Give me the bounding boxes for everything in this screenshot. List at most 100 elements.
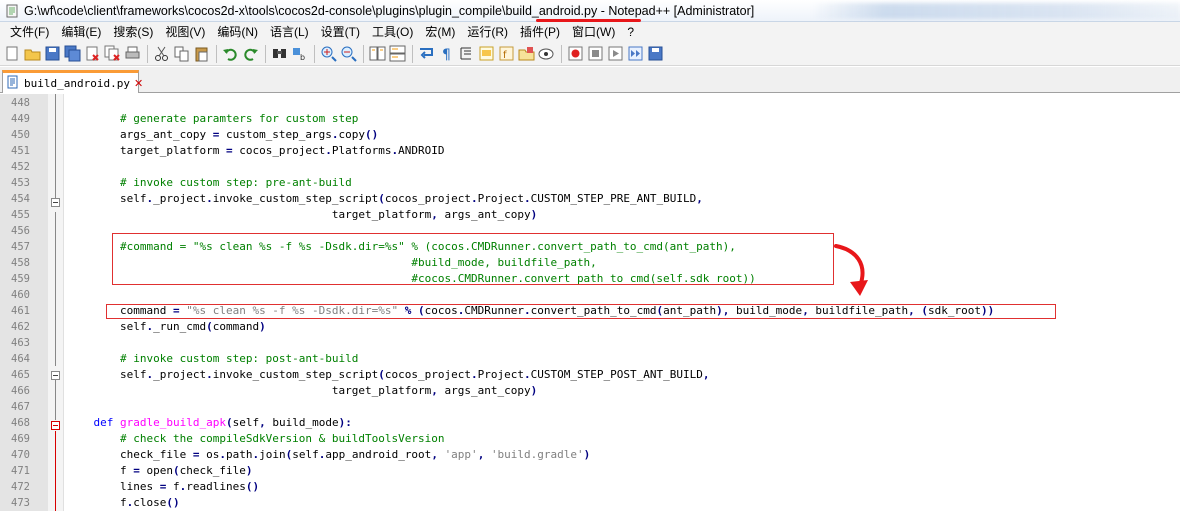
replace-icon[interactable]: b — [290, 44, 309, 63]
code-line: 455 target_platform, args_ant_copy) — [0, 207, 1180, 223]
menu-item-1[interactable]: 编辑(E) — [55, 22, 107, 42]
code-text: check_file = os.path.join(self.app_andro… — [67, 447, 590, 463]
code-token: #build_mode, buildfile_path, — [411, 256, 597, 269]
close-all-icon[interactable] — [103, 44, 122, 63]
code-token: cocos_project — [384, 368, 472, 381]
code-token: f — [67, 464, 134, 477]
code-token: , — [259, 416, 266, 429]
code-token: ), — [716, 304, 730, 317]
doc-map-icon[interactable] — [477, 44, 496, 63]
tab-close-icon[interactable]: ✕ — [134, 77, 143, 90]
zoom-in-icon[interactable] — [319, 44, 338, 63]
menu-item-10[interactable]: 插件(P) — [514, 22, 566, 42]
code-token: ANDROID — [398, 144, 445, 157]
code-line: 471 f = open(check_file) — [0, 463, 1180, 479]
code-token: self — [232, 416, 260, 429]
sync-horizontal-icon[interactable] — [388, 44, 407, 63]
save-all-icon[interactable] — [63, 44, 82, 63]
code-token: . — [325, 144, 332, 157]
fold-toggle[interactable] — [51, 421, 60, 430]
code-token: check_file — [179, 464, 246, 477]
line-number: 464 — [11, 353, 30, 365]
function-list-icon[interactable]: f — [497, 44, 516, 63]
menu-item-0[interactable]: 文件(F) — [4, 22, 55, 42]
code-token: . — [471, 368, 478, 381]
sync-vertical-icon[interactable] — [368, 44, 387, 63]
code-text: def gradle_build_apk(self, build_mode): — [67, 415, 352, 431]
cut-icon[interactable] — [152, 44, 171, 63]
fold-toggle[interactable] — [51, 198, 60, 207]
code-editor[interactable]: 448 449 # generate paramters for custom s… — [0, 94, 1180, 511]
menu-item-3[interactable]: 视图(V) — [159, 22, 211, 42]
code-token: , — [908, 304, 915, 317]
code-text: # invoke custom step: post-ant-build — [67, 351, 358, 367]
menu-item-2[interactable]: 搜索(S) — [107, 22, 159, 42]
code-token: lines — [67, 480, 160, 493]
line-number: 460 — [11, 289, 30, 301]
close-icon[interactable] — [83, 44, 102, 63]
code-line: 473 f.close() — [0, 495, 1180, 511]
code-token: . — [471, 192, 478, 205]
code-token: # check the compileSdkVersion & buildToo… — [119, 432, 445, 445]
code-line: 458 #build_mode, buildfile_path, — [0, 255, 1180, 271]
new-file-icon[interactable] — [3, 44, 22, 63]
line-number: 455 — [11, 209, 30, 221]
menu-item-8[interactable]: 宏(M) — [419, 22, 461, 42]
record-macro-icon[interactable] — [566, 44, 585, 63]
monitor-icon[interactable] — [537, 44, 556, 63]
code-token: , — [431, 448, 438, 461]
code-token: ) — [530, 208, 538, 221]
paste-icon[interactable] — [192, 44, 211, 63]
code-text: self._run_cmd(command) — [67, 319, 266, 335]
code-token: invoke_custom_step_script — [212, 368, 379, 381]
code-token: CMDRunner — [464, 304, 524, 317]
save-icon[interactable] — [43, 44, 62, 63]
menu-item-5[interactable]: 语言(L) — [264, 22, 315, 42]
line-number: 463 — [11, 337, 30, 349]
code-token: ( — [206, 320, 213, 333]
run-macro-multiple-icon[interactable] — [626, 44, 645, 63]
play-macro-icon[interactable] — [606, 44, 625, 63]
code-token: . — [524, 304, 531, 317]
code-line: 468 def gradle_build_apk(self, build_mod… — [0, 415, 1180, 431]
code-token: def — [93, 416, 114, 429]
code-token: ( — [378, 368, 385, 381]
code-token: target_platform — [67, 144, 226, 157]
code-token: ): — [338, 416, 352, 429]
tab-build-android[interactable]: build_android.py ✕ — [2, 70, 143, 93]
code-token: args_ant_copy — [437, 208, 531, 221]
save-macro-icon[interactable] — [646, 44, 665, 63]
code-line: 451 target_platform = cocos_project.Plat… — [0, 143, 1180, 159]
line-number: 458 — [11, 257, 30, 269]
folder-workspace-icon[interactable] — [517, 44, 536, 63]
redo-icon[interactable] — [241, 44, 260, 63]
find-icon[interactable] — [270, 44, 289, 63]
print-icon[interactable] — [123, 44, 142, 63]
menu-item-6[interactable]: 设置(T) — [315, 22, 366, 42]
code-token: , — [696, 192, 703, 205]
code-text: target_platform, args_ant_copy) — [67, 207, 537, 223]
code-token: CUSTOM_STEP_PRE_ANT_BUILD — [530, 192, 697, 205]
show-all-chars-icon[interactable]: ¶ — [437, 44, 456, 63]
menu-item-11[interactable]: 窗口(W) — [566, 22, 621, 42]
code-token: self — [67, 192, 147, 205]
menu-item-12[interactable]: ? — [621, 22, 640, 42]
line-number: 468 — [11, 417, 30, 429]
undo-icon[interactable] — [221, 44, 240, 63]
stop-macro-icon[interactable] — [586, 44, 605, 63]
menu-item-4[interactable]: 编码(N) — [211, 22, 264, 42]
copy-icon[interactable] — [172, 44, 191, 63]
word-wrap-icon[interactable] — [417, 44, 436, 63]
menu-item-7[interactable]: 工具(O) — [366, 22, 419, 42]
fold-toggle[interactable] — [51, 371, 60, 380]
indent-guide-icon[interactable] — [457, 44, 476, 63]
menu-item-9[interactable]: 运行(R) — [461, 22, 514, 42]
line-number: 470 — [11, 449, 30, 461]
code-token: 'build.gradle' — [490, 448, 584, 461]
open-file-icon[interactable] — [23, 44, 42, 63]
line-number: 449 — [11, 113, 30, 125]
zoom-out-icon[interactable] — [339, 44, 358, 63]
